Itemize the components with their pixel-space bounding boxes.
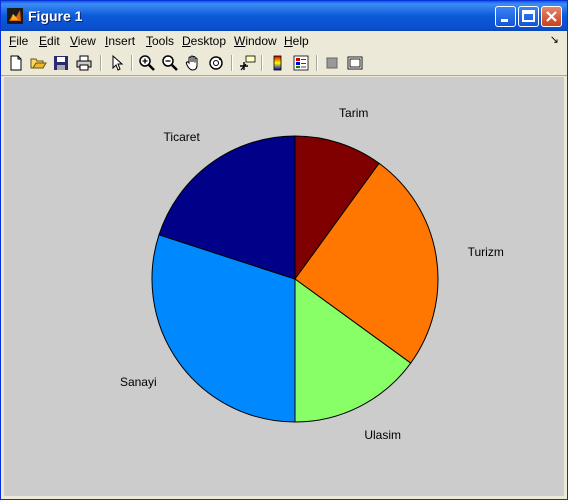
pie-label-sanayi: Sanayi [119,374,157,389]
menu-bar: File Edit View Insert Tools Desktop Wind… [1,31,567,51]
figure-window: Figure 1 File Edit View Insert Tools Des… [0,0,568,500]
menu-file[interactable]: File [9,34,28,48]
matlab-icon [7,8,23,24]
menu-view[interactable]: View [70,34,96,48]
menu-dock-arrow-icon[interactable]: ↘ [550,33,559,46]
menu-insert[interactable]: Insert [105,34,135,48]
open-file-icon[interactable] [29,54,47,72]
close-icon [546,11,557,22]
toolbar-separator [131,55,133,71]
pan-hand-icon[interactable] [184,54,202,72]
toolbar-separator [231,55,233,71]
pie-chart [151,135,439,423]
toolbar-separator [316,55,318,71]
zoom-out-icon[interactable] [161,54,179,72]
window-title: Figure 1 [28,8,83,24]
colorbar-icon[interactable] [269,54,287,72]
figure-toolbar [1,51,567,76]
zoom-in-icon[interactable] [138,54,156,72]
new-figure-icon[interactable] [7,54,25,72]
maximize-icon [522,10,535,22]
menu-desktop[interactable]: Desktop [182,34,226,48]
maximize-button[interactable] [518,6,539,27]
hide-plot-tools-icon[interactable] [323,54,341,72]
menu-edit[interactable]: Edit [39,34,60,48]
toolbar-separator [261,55,263,71]
figure-canvas: Tarim Turizm Ulasim Sanayi Ticaret [4,77,564,496]
menu-window[interactable]: Window [234,34,277,48]
pie-label-ticaret: Ticaret [163,130,200,145]
print-icon[interactable] [75,54,93,72]
toolbar-separator [100,55,102,71]
pie-label-ulasim: Ulasim [364,427,402,442]
show-plot-tools-icon[interactable] [346,54,364,72]
legend-icon[interactable] [292,54,310,72]
data-cursor-icon[interactable] [238,54,256,72]
pie-label-tarim: Tarim [339,105,369,120]
title-bar[interactable]: Figure 1 [1,1,567,31]
save-icon[interactable] [52,54,70,72]
minimize-button[interactable] [495,6,516,27]
rotate-3d-icon[interactable] [207,54,225,72]
close-button[interactable] [541,6,562,27]
minimize-icon [501,19,508,22]
pie-label-turizm: Turizm [467,244,504,259]
menu-tools[interactable]: Tools [146,34,174,48]
menu-help[interactable]: Help [284,34,309,48]
edit-plot-arrow-icon[interactable] [108,54,126,72]
